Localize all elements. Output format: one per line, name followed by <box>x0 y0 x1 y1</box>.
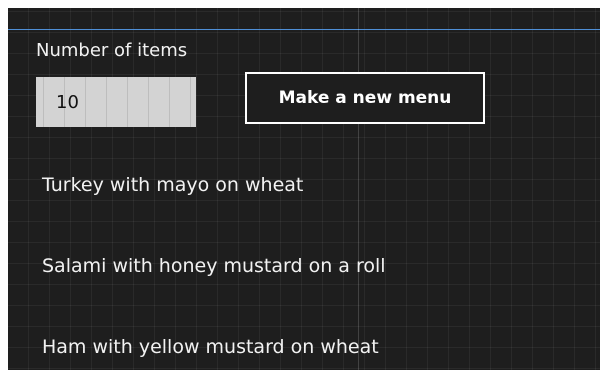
item-count-input[interactable] <box>36 77 196 127</box>
item-count-label: Number of items <box>36 40 188 61</box>
top-accent-line <box>8 29 600 30</box>
center-guide-line <box>358 8 359 370</box>
menu-item: Turkey with mayo on wheat <box>42 174 304 196</box>
menu-item: Salami with honey mustard on a roll <box>42 255 386 277</box>
menu-item: Ham with yellow mustard on wheat <box>42 336 379 358</box>
app-canvas: Number of items Make a new menu Turkey w… <box>8 8 600 370</box>
make-new-menu-button[interactable]: Make a new menu <box>245 72 485 124</box>
